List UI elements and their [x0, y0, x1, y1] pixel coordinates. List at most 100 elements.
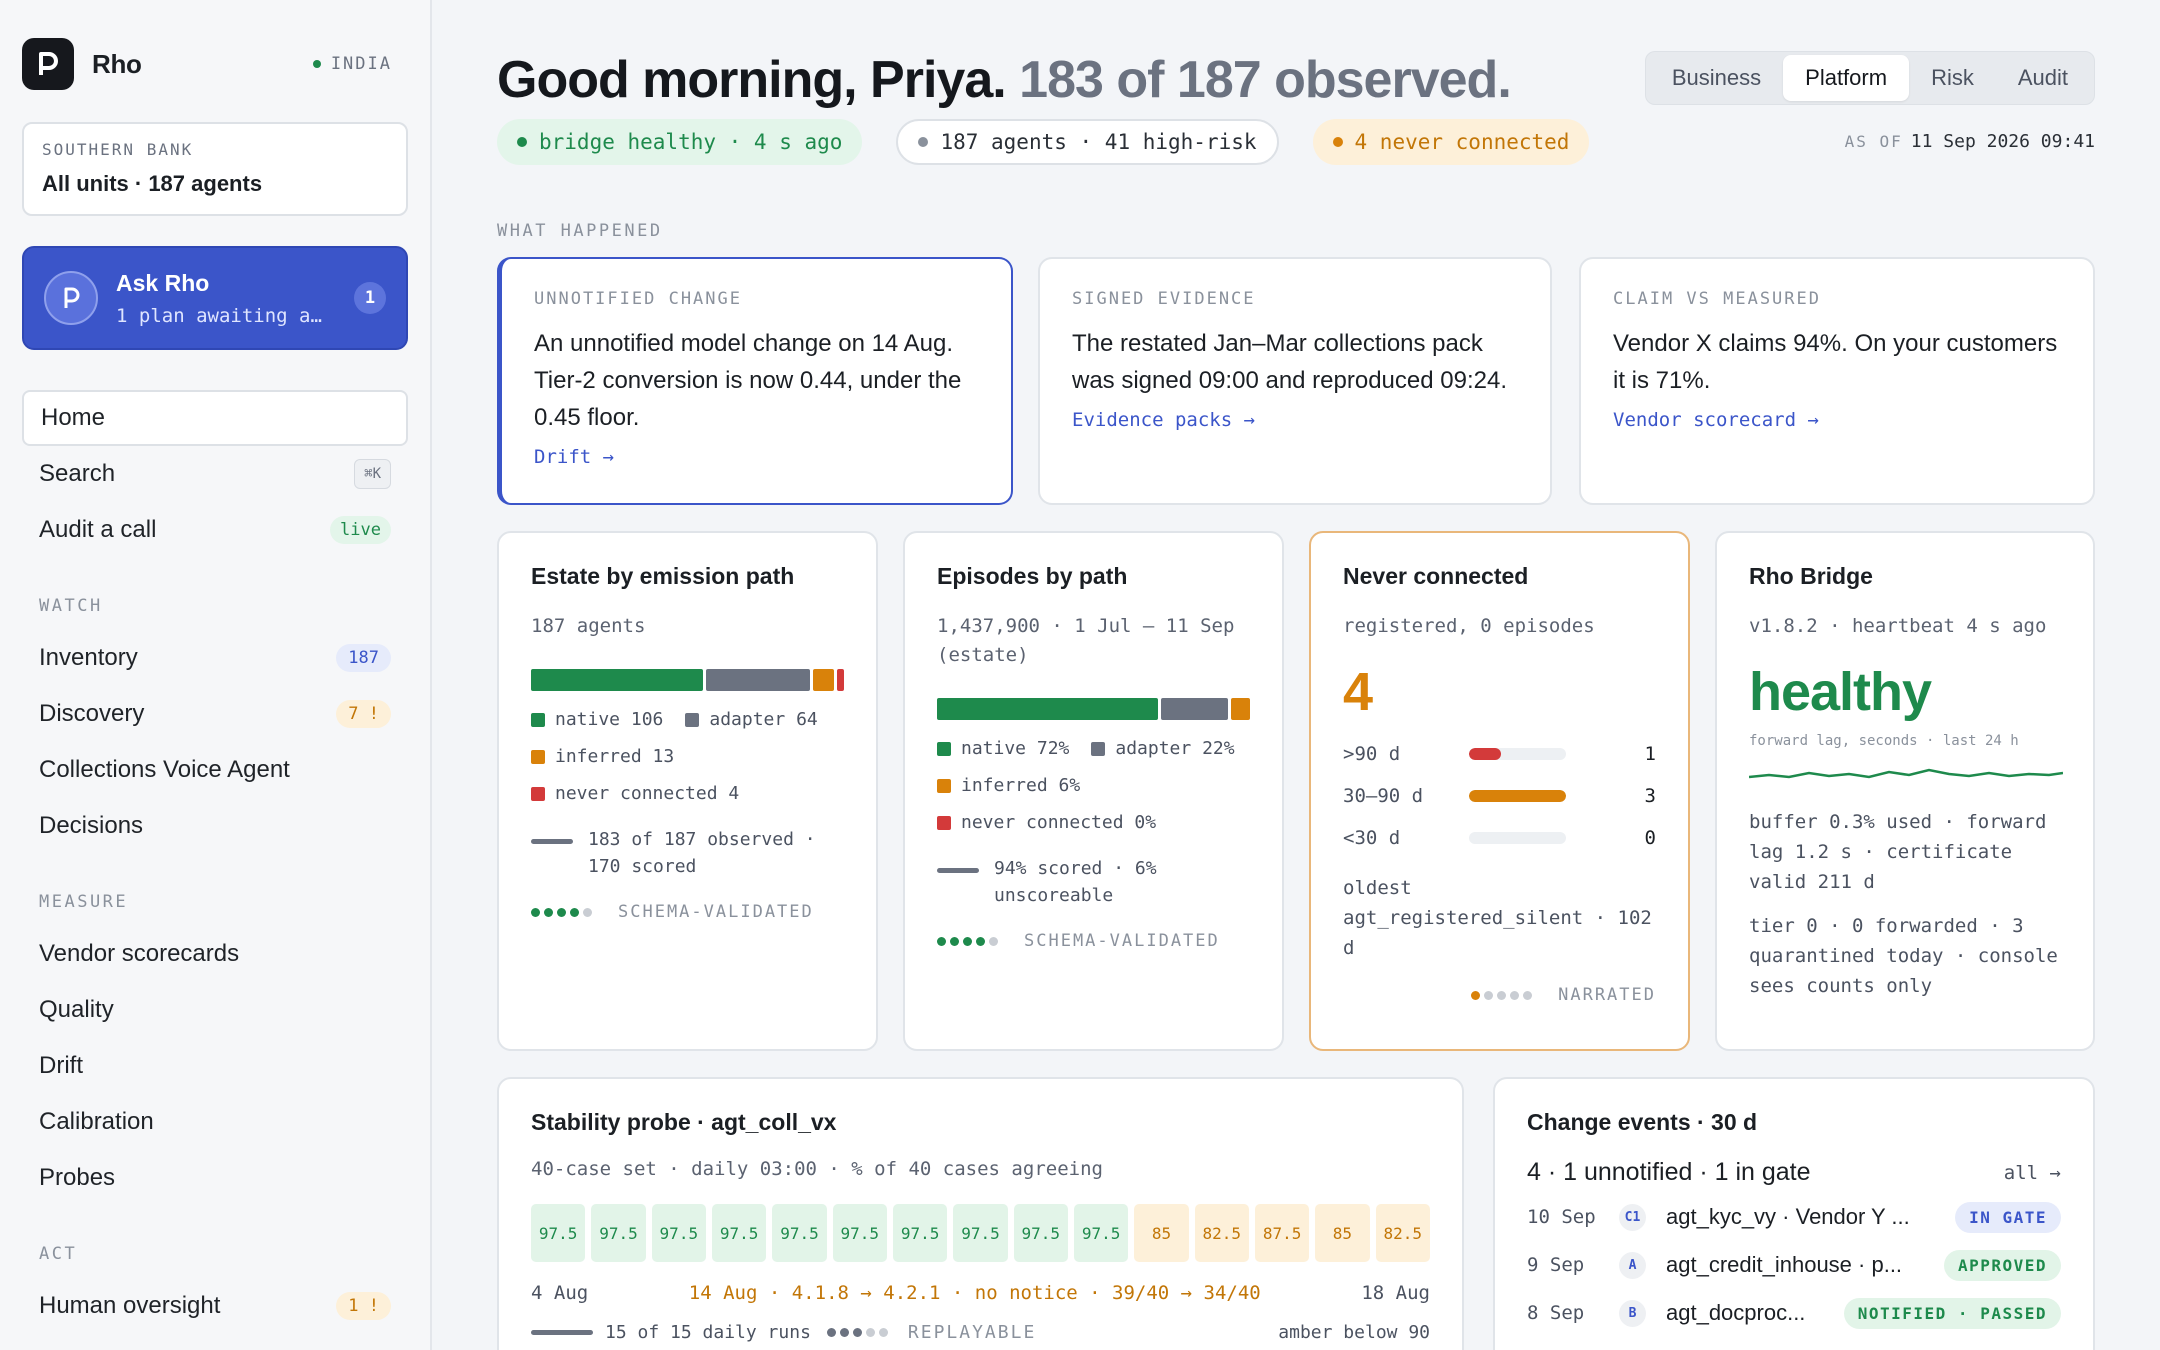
bar-never	[837, 669, 844, 691]
age-bar	[1469, 790, 1566, 802]
probe-day-cell[interactable]: 85	[1134, 1204, 1189, 1262]
age-bar-fill	[1469, 748, 1501, 760]
inventory-count-badge: 187	[336, 644, 391, 672]
legend-swatch	[531, 786, 545, 801]
agents-chip[interactable]: 187 agents · 41 high-risk	[896, 119, 1279, 165]
never-connected-chip[interactable]: 4 never connected	[1312, 119, 1590, 165]
brand: Rho INDIA	[22, 38, 408, 90]
confidence-indicator: NARRATED	[1343, 985, 1656, 1005]
story-card-signed-evidence[interactable]: SIGNED EVIDENCE The restated Jan–Mar col…	[1038, 257, 1552, 505]
age-breakdown: >90 d 1 30–90 d 3 <30 d 0	[1343, 743, 1656, 849]
event-type-icon: B	[1619, 1299, 1646, 1327]
all-changes-link[interactable]: all →	[2004, 1162, 2061, 1184]
sidebar-item-quality[interactable]: Quality	[22, 982, 408, 1038]
status-badge: NOTIFIED · PASSED	[1843, 1297, 2061, 1329]
legend-label: adapter 64	[709, 709, 818, 730]
list-item[interactable]: 9 Sep A agt_credit_inhouse · p... APPROV…	[1527, 1241, 2061, 1289]
sidebar-item-audit[interactable]: Audit a call live	[22, 502, 408, 558]
stability-probe-card[interactable]: Stability probe · agt_coll_vx 40-case se…	[497, 1077, 1464, 1350]
ask-subtitle: 1 plan awaiting a…	[116, 304, 322, 327]
region-status-dot	[312, 60, 321, 68]
runs-line-icon	[531, 1330, 593, 1335]
sidebar-item-decisions[interactable]: Decisions	[22, 798, 408, 854]
probe-day-cell[interactable]: 97.5	[651, 1204, 706, 1262]
change-events-card[interactable]: Change events · 30 d 4 · 1 unnotified · …	[1493, 1077, 2095, 1350]
greeting-text: Good morning, Priya.	[497, 51, 1007, 109]
oldest-agent: oldest agt_registered_silent · 102 d	[1343, 877, 1652, 959]
confidence-label: SCHEMA-VALIDATED	[618, 902, 814, 922]
event-name: agt_credit_inhouse · p...	[1666, 1252, 1903, 1277]
unit-switcher[interactable]: SOUTHERN BANK All units · 187 agents	[22, 122, 408, 216]
status-dot-icon	[517, 137, 527, 147]
age-count: 0	[1644, 827, 1656, 849]
scored-text: 94% scored · 6% unscoreable	[994, 858, 1157, 906]
rho-bridge-tile[interactable]: Rho Bridge v1.8.2 · heartbeat 4 s ago he…	[1715, 531, 2095, 1051]
legend-native: native 72%	[937, 738, 1069, 759]
changes-summary-row: 4 · 1 unnotified · 1 in gate all →	[1527, 1158, 2061, 1187]
sidebar-item-label: Human oversight	[39, 1292, 221, 1319]
probe-day-cell[interactable]: 82.5	[1375, 1204, 1430, 1262]
sidebar-item-drift[interactable]: Drift	[22, 1038, 408, 1094]
probe-day-cell[interactable]: 97.5	[711, 1204, 767, 1262]
probe-day-cell[interactable]: 82.5	[1194, 1204, 1249, 1262]
age-row: 30–90 d 3	[1343, 785, 1656, 807]
estate-tile[interactable]: Estate by emission path 187 agents nativ…	[497, 531, 878, 1051]
legend-label: inferred 13	[555, 746, 675, 767]
vendor-scorecard-link[interactable]: Vendor scorecard →	[1613, 409, 2061, 431]
probe-day-cell[interactable]: 97.5	[772, 1204, 827, 1262]
sidebar-item-inventory[interactable]: Inventory 187	[22, 630, 408, 686]
never-connected-count: 4	[1343, 662, 1374, 722]
main-content: Good morning, Priya. 183 of 187 observed…	[497, 0, 2095, 1350]
tab-business[interactable]: Business	[1650, 55, 1783, 101]
probe-day-cell[interactable]: 97.5	[953, 1204, 1008, 1262]
story-card-unnotified-change[interactable]: UNNOTIFIED CHANGE An unnotified model ch…	[497, 257, 1013, 505]
as-of-value: 11 Sep 2026 09:41	[1910, 131, 2095, 152]
drift-link[interactable]: Drift →	[534, 446, 979, 468]
episodes-stacked-bar	[937, 698, 1251, 720]
legend-never: never connected 0%	[937, 812, 1156, 833]
probe-day-cell[interactable]: 97.5	[1073, 1204, 1129, 1262]
list-item[interactable]: 10 Sep C1 agt_kyc_vy · Vendor Y ... IN G…	[1527, 1193, 2061, 1241]
probe-day-cell[interactable]: 97.5	[591, 1204, 646, 1262]
tab-platform[interactable]: Platform	[1783, 55, 1910, 101]
evidence-packs-link[interactable]: Evidence packs →	[1072, 409, 1518, 431]
sidebar-item-voice-agent[interactable]: Collections Voice Agent	[22, 742, 408, 798]
age-label: <30 d	[1343, 827, 1401, 849]
observed-line-icon	[531, 839, 573, 844]
sidebar-item-vendor-scorecards[interactable]: Vendor scorecards	[22, 926, 408, 982]
event-date: 10 Sep	[1527, 1206, 1596, 1228]
episodes-tile[interactable]: Episodes by path 1,437,900 · 1 Jul – 11 …	[903, 531, 1284, 1051]
story-card-claim-vs-measured[interactable]: CLAIM VS MEASURED Vendor X claims 94%. O…	[1579, 257, 2095, 505]
probe-day-cell[interactable]: 97.5	[1013, 1204, 1068, 1262]
live-badge: live	[330, 516, 391, 544]
probe-day-cell[interactable]: 85	[1315, 1204, 1370, 1262]
ask-rho-button[interactable]: Ask Rho 1 plan awaiting a… 1	[22, 246, 408, 350]
probe-day-cell[interactable]: 87.5	[1254, 1204, 1310, 1262]
probe-day-cell[interactable]: 97.5	[832, 1204, 887, 1262]
sidebar-item-discovery[interactable]: Discovery 7 !	[22, 686, 408, 742]
legend-label: inferred 6%	[961, 775, 1081, 796]
probe-day-cell[interactable]: 97.5	[892, 1204, 948, 1262]
probe-day-cell[interactable]: 97.5	[531, 1204, 586, 1262]
sidebar-item-label: Collections Voice Agent	[39, 756, 290, 783]
age-bar	[1469, 832, 1566, 844]
sidebar-item-calibration[interactable]: Calibration	[22, 1094, 408, 1150]
tab-audit[interactable]: Audit	[1996, 55, 2090, 101]
sidebar-item-search[interactable]: Search ⌘K	[22, 446, 408, 502]
changes-summary: 4 · 1 unnotified · 1 in gate	[1527, 1158, 1811, 1186]
bridge-status-chip[interactable]: bridge healthy · 4 s ago	[497, 119, 863, 165]
tab-risk[interactable]: Risk	[1909, 55, 1996, 101]
as-of-label: AS OF	[1844, 132, 1903, 151]
probe-timeline: 4 Aug 14 Aug · 4.1.8 → 4.2.1 · no notice…	[531, 1282, 1430, 1304]
rho-logo-icon[interactable]	[22, 38, 74, 90]
age-row: >90 d 1	[1343, 743, 1656, 765]
event-date: 8 Sep	[1527, 1302, 1585, 1324]
chip-label: 4 never connected	[1354, 130, 1570, 154]
never-connected-tile[interactable]: Never connected registered, 0 episodes 4…	[1309, 531, 1690, 1051]
list-item[interactable]: 8 Sep B agt_docproc... NOTIFIED · PASSED	[1527, 1289, 2061, 1337]
tile-subtitle: v1.8.2 · heartbeat 4 s ago	[1749, 615, 2047, 637]
probe-end-date: 18 Aug	[1361, 1282, 1430, 1304]
sidebar-item-probes[interactable]: Probes	[22, 1150, 408, 1206]
sidebar-item-home[interactable]: Home	[22, 390, 408, 446]
sidebar-item-human-oversight[interactable]: Human oversight 1 !	[22, 1278, 408, 1334]
